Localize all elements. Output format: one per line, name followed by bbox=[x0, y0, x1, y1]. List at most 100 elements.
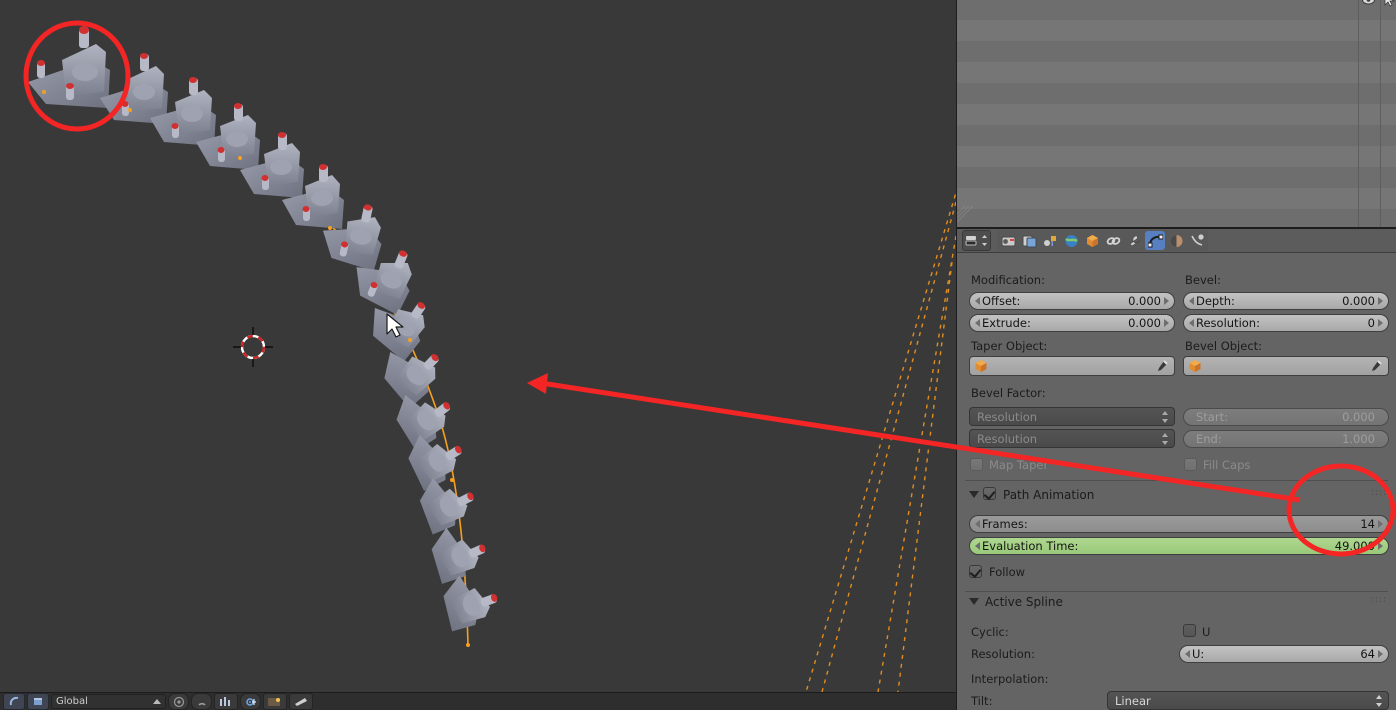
outliner-row[interactable] bbox=[957, 188, 1396, 209]
tilt-interpolation-select[interactable]: Linear bbox=[1107, 691, 1389, 710]
decrement-arrow-icon[interactable] bbox=[1185, 650, 1190, 658]
bevel-label: Bevel: bbox=[1185, 273, 1221, 284]
increment-arrow-icon[interactable] bbox=[1378, 297, 1383, 305]
eyedropper-icon[interactable] bbox=[1369, 359, 1383, 373]
camera-view-icon[interactable] bbox=[289, 693, 313, 710]
bevel-resolution-field[interactable]: Resolution: 0 bbox=[1183, 314, 1389, 332]
bevel-resolution-label: Resolution: bbox=[1196, 316, 1260, 330]
bevel-factor-end-value: 1.000 bbox=[1342, 432, 1375, 446]
transform-orientation-select[interactable]: Global bbox=[51, 694, 166, 709]
tab-scene[interactable] bbox=[1040, 231, 1060, 250]
path-animation-enable-checkbox[interactable] bbox=[983, 487, 996, 500]
modification-label: Modification: bbox=[971, 273, 1045, 284]
tab-render[interactable] bbox=[998, 231, 1018, 250]
bevel-object-field[interactable] bbox=[1183, 356, 1389, 376]
pivot-median-icon[interactable] bbox=[214, 693, 238, 710]
tilt-value: Linear bbox=[1115, 693, 1151, 708]
follow-checkbox[interactable] bbox=[969, 565, 982, 578]
decrement-arrow-icon[interactable] bbox=[975, 319, 980, 327]
updown-arrows-icon bbox=[1376, 695, 1382, 707]
bevel-object-label: Bevel Object: bbox=[1185, 339, 1263, 353]
depth-label: Depth: bbox=[1196, 294, 1235, 308]
interpolation-label: Interpolation: bbox=[971, 672, 1049, 686]
outliner-row[interactable] bbox=[957, 41, 1396, 62]
properties-editor[interactable]: Modification: Bevel: Offset: 0.000 Depth… bbox=[957, 229, 1396, 710]
cyclic-u-checkbox[interactable] bbox=[1183, 624, 1196, 637]
3d-viewport[interactable] bbox=[0, 0, 956, 692]
bevel-factor-start-field[interactable]: Start: 0.000 bbox=[1183, 408, 1389, 426]
browse-id-icon[interactable] bbox=[965, 235, 980, 246]
updown-arrows-icon[interactable] bbox=[981, 234, 988, 247]
path-animation-expand-icon[interactable] bbox=[969, 491, 979, 498]
snap-target-icon[interactable] bbox=[240, 693, 261, 710]
magnet-icon[interactable] bbox=[191, 693, 212, 710]
viewport-scene bbox=[28, 26, 956, 692]
increment-arrow-icon[interactable] bbox=[1378, 319, 1383, 327]
tab-material[interactable] bbox=[1166, 231, 1186, 250]
outliner-row[interactable] bbox=[957, 125, 1396, 146]
area-resize-corner[interactable] bbox=[956, 205, 974, 223]
outliner-row[interactable] bbox=[957, 167, 1396, 188]
relationship-lines bbox=[805, 190, 956, 692]
properties-id-block[interactable] bbox=[962, 230, 991, 251]
eyedropper-icon[interactable] bbox=[1155, 359, 1169, 373]
active-spline-expand-icon[interactable] bbox=[969, 598, 979, 605]
resolution-u-field[interactable]: U: 64 bbox=[1179, 645, 1389, 663]
decrement-arrow-icon[interactable] bbox=[1189, 319, 1194, 327]
decrement-arrow-icon[interactable] bbox=[975, 542, 980, 550]
proportional-edit-icon[interactable] bbox=[168, 693, 189, 710]
bevel-factor-end-field[interactable]: End: 1.000 bbox=[1183, 430, 1389, 448]
outliner-row[interactable] bbox=[957, 0, 1396, 20]
increment-arrow-icon[interactable] bbox=[1164, 297, 1169, 305]
tab-object-data[interactable] bbox=[1145, 231, 1165, 250]
bevel-factor-start-mode-value: Resolution bbox=[977, 409, 1038, 424]
increment-arrow-icon[interactable] bbox=[1164, 319, 1169, 327]
outliner-selectable-toggle[interactable] bbox=[1383, 0, 1396, 11]
outliner-row[interactable] bbox=[957, 83, 1396, 104]
tab-world[interactable] bbox=[1061, 231, 1081, 250]
properties-tab-bar[interactable] bbox=[997, 230, 1208, 251]
increment-arrow-icon[interactable] bbox=[1378, 542, 1383, 550]
panel-drag-grip[interactable]: :::: bbox=[1371, 488, 1387, 498]
decrement-arrow-icon[interactable] bbox=[975, 520, 980, 528]
outliner-row[interactable] bbox=[957, 146, 1396, 167]
decrement-arrow-icon[interactable] bbox=[1189, 297, 1194, 305]
editor-type-3dview-icon[interactable] bbox=[3, 693, 25, 710]
extrude-field[interactable]: Extrude: 0.000 bbox=[969, 314, 1175, 332]
outliner-row[interactable] bbox=[957, 104, 1396, 125]
object-mode-icon[interactable] bbox=[27, 693, 49, 710]
outliner-column-divider bbox=[1358, 0, 1359, 227]
viewport-header[interactable]: Global bbox=[0, 692, 956, 710]
tab-constraints[interactable] bbox=[1103, 231, 1123, 250]
render-layer-icon[interactable] bbox=[263, 693, 287, 710]
frames-field[interactable]: Frames: 14 bbox=[969, 515, 1389, 533]
outliner-visibility-toggle[interactable] bbox=[1361, 0, 1376, 11]
bevel-factor-end-mode-select[interactable]: Resolution bbox=[969, 429, 1175, 448]
decrement-arrow-icon[interactable] bbox=[975, 297, 980, 305]
outliner-row[interactable] bbox=[957, 62, 1396, 83]
tab-modifiers[interactable] bbox=[1124, 231, 1144, 250]
increment-arrow-icon[interactable] bbox=[1378, 520, 1383, 528]
outliner-column-divider bbox=[1380, 0, 1381, 227]
taper-object-field[interactable] bbox=[969, 356, 1175, 376]
tab-object[interactable] bbox=[1082, 231, 1102, 250]
properties-header[interactable] bbox=[957, 229, 1396, 253]
object-cube-icon bbox=[975, 360, 987, 372]
outliner-row[interactable] bbox=[957, 20, 1396, 41]
evaluation-time-field[interactable]: Evaluation Time: 49.000 bbox=[969, 537, 1389, 555]
map-taper-checkbox[interactable] bbox=[970, 458, 983, 471]
taper-object-label: Taper Object: bbox=[971, 339, 1048, 353]
fill-caps-checkbox[interactable] bbox=[1184, 458, 1197, 471]
map-taper-label: Map Taper bbox=[989, 458, 1049, 472]
frames-value: 14 bbox=[1360, 517, 1375, 531]
offset-field[interactable]: Offset: 0.000 bbox=[969, 292, 1175, 310]
bevel-factor-start-mode-select[interactable]: Resolution bbox=[969, 407, 1175, 426]
blender-window: Global Tuyau de sang gauche bbox=[0, 0, 1396, 710]
panel-drag-grip[interactable]: :::: bbox=[1371, 595, 1387, 605]
tab-particles[interactable] bbox=[1187, 231, 1207, 250]
outliner-editor[interactable]: Tuyau de sang gauche bbox=[957, 0, 1396, 227]
active-spline-title: Active Spline bbox=[985, 595, 1063, 609]
increment-arrow-icon[interactable] bbox=[1378, 650, 1383, 658]
depth-field[interactable]: Depth: 0.000 bbox=[1183, 292, 1389, 310]
tab-render-layers[interactable] bbox=[1019, 231, 1039, 250]
